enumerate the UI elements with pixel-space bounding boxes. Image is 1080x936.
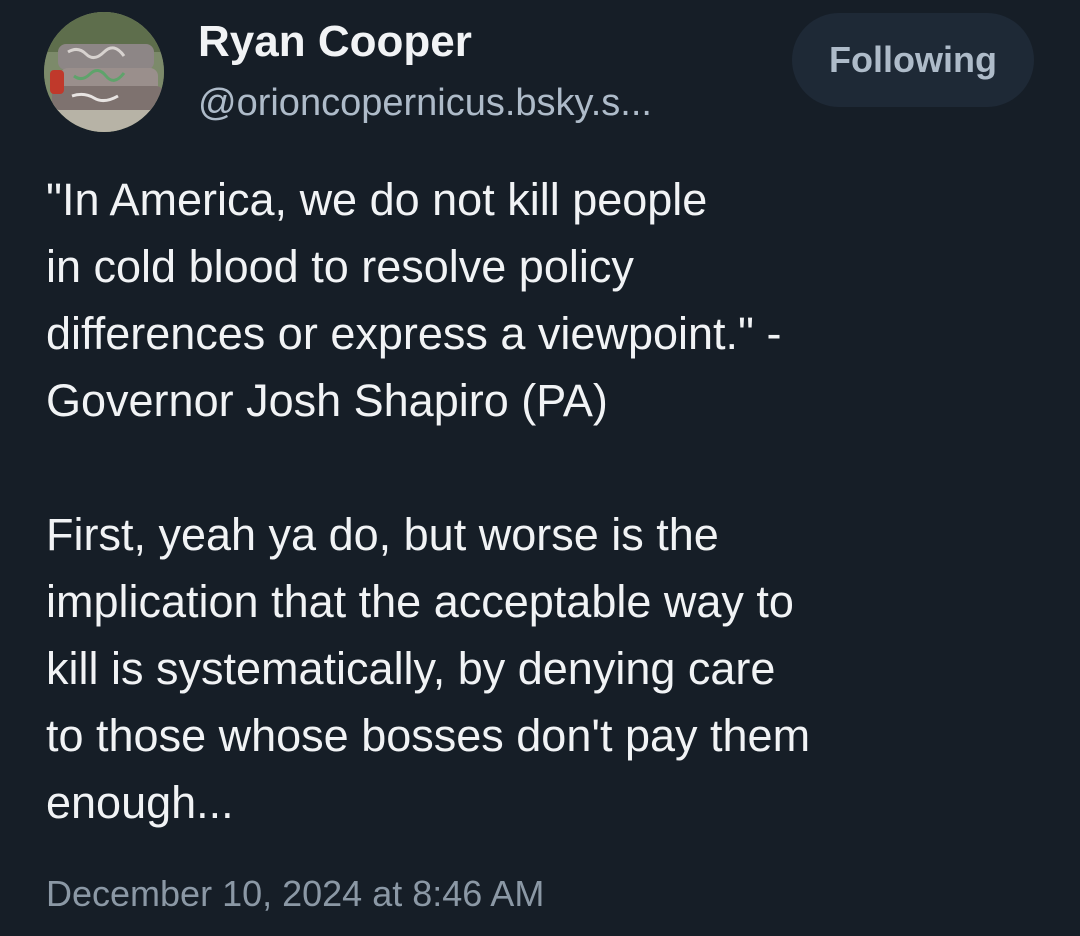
post-paragraph-comment: First, yeah ya do, but worse is the impl… <box>46 509 811 828</box>
post-text: "In America, we do not kill people in co… <box>46 166 1046 836</box>
following-button[interactable]: Following <box>792 13 1034 107</box>
avatar[interactable] <box>44 12 164 132</box>
author-name[interactable]: Ryan Cooper <box>198 14 472 70</box>
author-handle[interactable]: @orioncopernicus.bsky.s... <box>198 78 652 128</box>
post-timestamp[interactable]: December 10, 2024 at 8:46 AM <box>46 868 544 920</box>
post-paragraph-quote: "In America, we do not kill people in co… <box>46 174 782 426</box>
avatar-image <box>44 12 164 132</box>
post-card: Ryan Cooper @orioncopernicus.bsky.s... F… <box>0 0 1080 936</box>
